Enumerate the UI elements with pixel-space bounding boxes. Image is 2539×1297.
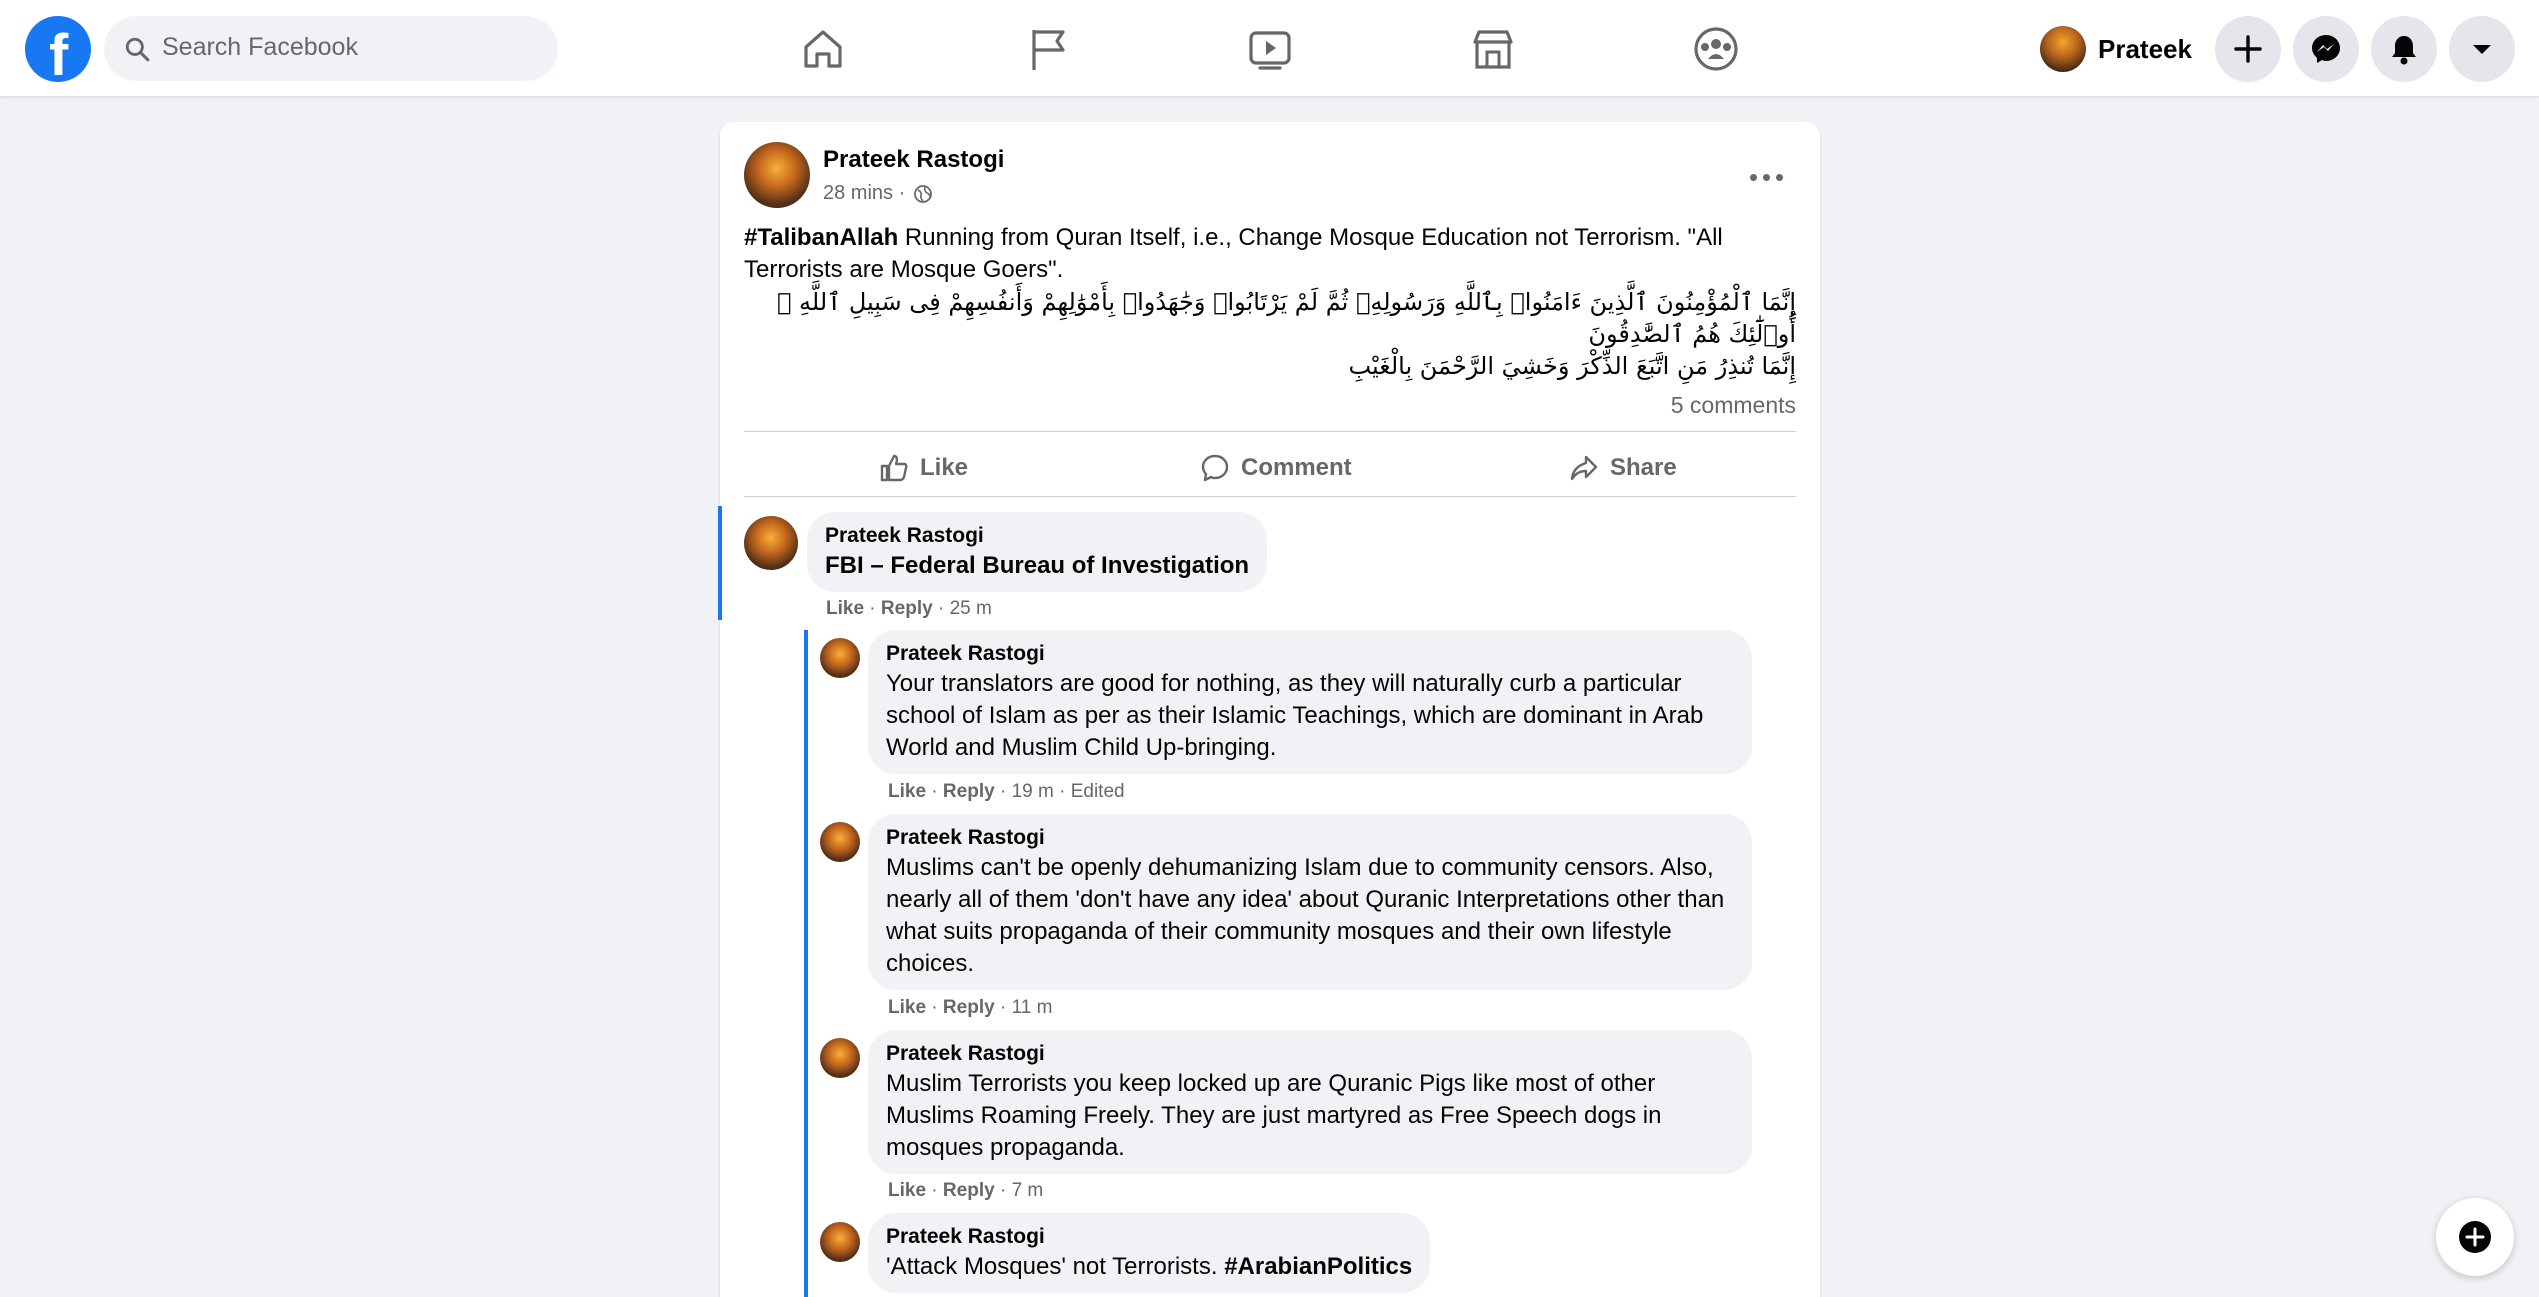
comment-time[interactable]: 25 m	[950, 598, 992, 619]
bell-icon	[2392, 36, 2416, 65]
comments-count-label[interactable]: 5 comments	[1671, 392, 1796, 418]
reply-author[interactable]: Prateek Rastogi	[886, 1223, 1412, 1251]
edited-label[interactable]: Edited	[1071, 781, 1125, 802]
post-author-name[interactable]: Prateek Rastogi	[823, 146, 1004, 174]
avatar	[2040, 26, 2086, 72]
comment-like-link[interactable]: Like	[826, 598, 864, 619]
share-arrow-icon	[1570, 455, 1598, 481]
comment-actions: Like · Reply · 25 m	[826, 598, 992, 619]
more-dot	[1776, 174, 1783, 181]
post-arabic-line-1: إِنَّمَا ٱلْمُؤْمِنُونَ ٱلَّذِينَ ءَامَن…	[776, 288, 1796, 348]
reply-bubble: Prateek Rastogi 'Attack Mosques' not Ter…	[868, 1213, 1431, 1293]
reply-bubble: Prateek Rastogi Your translators are goo…	[868, 630, 1752, 774]
meta-separator: ·	[893, 182, 906, 204]
profile-name: Prateek	[2098, 33, 2192, 64]
post-meta: 28 mins ·	[823, 182, 933, 205]
comment-label: Comment	[1241, 454, 1352, 481]
comment-bubble: Prateek Rastogi FBI – Federal Bureau of …	[807, 512, 1268, 592]
reply-author[interactable]: Prateek Rastogi	[886, 640, 1734, 668]
new-message-button[interactable]	[2436, 1198, 2514, 1276]
reply-actions: Like · Reply · 11 m	[888, 997, 1053, 1018]
pages-flag-icon[interactable]	[1021, 22, 1075, 76]
messenger-button[interactable]	[2293, 16, 2359, 82]
reply-like-link[interactable]: Like	[888, 997, 926, 1018]
reply-reply-link[interactable]: Reply	[943, 997, 995, 1018]
post-body: #TalibanAllah Running from Quran Itself,…	[744, 222, 1796, 286]
reply-time[interactable]: 7 m	[1012, 1180, 1044, 1201]
messenger-icon	[2312, 35, 2340, 63]
reply-bubble: Prateek Rastogi Muslim Terrorists you ke…	[868, 1030, 1752, 1174]
author-avatar[interactable]	[744, 142, 810, 208]
reply-author[interactable]: Prateek Rastogi	[886, 824, 1734, 852]
reply-text: Muslim Terrorists you keep locked up are…	[886, 1070, 1662, 1161]
marketplace-icon[interactable]	[1466, 22, 1520, 76]
reply-reply-link[interactable]: Reply	[943, 1180, 995, 1201]
watch-video-icon[interactable]	[1243, 22, 1297, 76]
chevron-down-icon	[2473, 45, 2491, 54]
reply-text: Your translators are good for nothing, a…	[886, 670, 1704, 761]
post-arabic-line-2: إِنَّمَا تُنذِرُ مَنِ اتَّبَعَ الذِّكْرَ…	[1348, 352, 1796, 380]
reply-time[interactable]: 19 m	[1012, 781, 1054, 802]
comment-reply-link[interactable]: Reply	[881, 598, 933, 619]
comment-avatar[interactable]	[744, 516, 798, 570]
reply-hashtag[interactable]: #ArabianPolitics	[1224, 1253, 1412, 1280]
comments-count[interactable]: 5 comments	[744, 392, 1796, 419]
comment-icon	[1201, 454, 1229, 482]
reply-like-link[interactable]: Like	[888, 781, 926, 802]
post-card: Prateek Rastogi 28 mins · #TalibanAllah …	[718, 122, 1820, 1297]
highlighted-thread-bar	[718, 506, 722, 620]
share-label: Share	[1610, 454, 1677, 481]
groups-icon[interactable]	[1689, 22, 1743, 76]
facebook-logo-glyph: f	[49, 23, 69, 88]
reply-bubble: Prateek Rastogi Muslims can't be openly …	[868, 814, 1752, 990]
reply-time[interactable]: 11 m	[1012, 997, 1053, 1018]
post-time[interactable]: 28 mins	[823, 182, 893, 205]
reply-avatar[interactable]	[820, 1038, 860, 1078]
plus-icon	[2234, 35, 2262, 63]
reply-reply-link[interactable]: Reply	[943, 781, 995, 802]
reply-author[interactable]: Prateek Rastogi	[886, 1040, 1734, 1068]
search-placeholder: Search Facebook	[162, 33, 358, 61]
divider	[744, 496, 1796, 497]
reply-thread-bar	[804, 630, 808, 1297]
account-menu-button[interactable]	[2449, 16, 2515, 82]
post-hashtag[interactable]: #TalibanAllah	[744, 224, 898, 251]
create-button[interactable]	[2215, 16, 2281, 82]
facebook-logo[interactable]: f	[25, 16, 91, 88]
comment-author[interactable]: Prateek Rastogi	[825, 522, 1249, 550]
more-dot	[1750, 174, 1757, 181]
post-options-button[interactable]	[1742, 152, 1792, 202]
public-globe-icon	[914, 184, 933, 203]
search-icon	[125, 37, 150, 62]
more-dot	[1763, 174, 1770, 181]
reply-like-link[interactable]: Like	[888, 1180, 926, 1201]
comment-button[interactable]: Comment	[1199, 446, 1352, 490]
home-icon[interactable]	[796, 22, 850, 76]
profile-shortcut[interactable]: Prateek	[2040, 22, 2192, 76]
search-input[interactable]: Search Facebook	[104, 16, 558, 81]
reply-text-plain: 'Attack Mosques' not Terrorists.	[886, 1253, 1225, 1280]
reply-actions: Like · Reply · 7 m	[888, 1180, 1044, 1201]
reply-avatar[interactable]	[820, 822, 860, 862]
reply-avatar[interactable]	[820, 638, 860, 678]
compose-plus-icon	[2459, 1221, 2491, 1253]
top-navigation-bar: f Search Facebook Prateek	[0, 0, 2539, 96]
reply-text: Muslims can't be openly dehumanizing Isl…	[886, 854, 1725, 977]
thumbs-up-icon	[880, 454, 908, 482]
like-button[interactable]: Like	[878, 446, 968, 490]
like-label: Like	[920, 454, 969, 481]
reply-actions: Like · Reply · 19 m · Edited	[888, 781, 1125, 802]
divider	[744, 431, 1796, 432]
comment-text: FBI – Federal Bureau of Investigation	[825, 552, 1250, 579]
reply-avatar[interactable]	[820, 1222, 860, 1262]
notifications-button[interactable]	[2371, 16, 2437, 82]
reply-text: 'Attack Mosques' not Terrorists. #Arabia…	[886, 1251, 1412, 1283]
share-button[interactable]: Share	[1568, 446, 1677, 490]
